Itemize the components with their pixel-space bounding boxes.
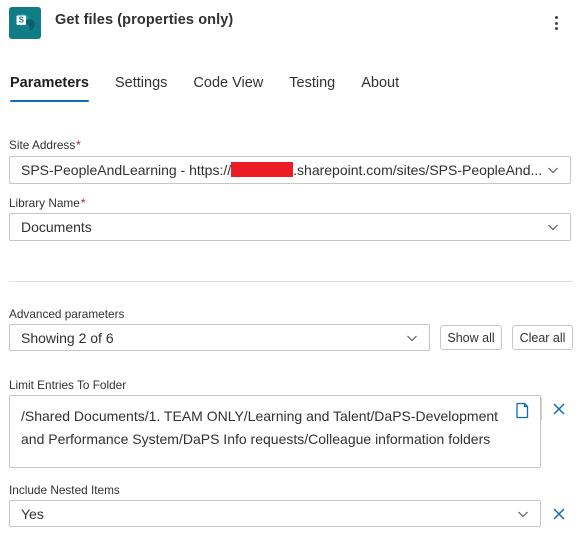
site-address-value-suffix: .sharepoint.com/sites/SPS-PeopleAnd... [293,162,543,178]
required-marker: * [80,196,86,210]
chevron-down-icon[interactable] [406,332,418,344]
clear-all-button[interactable]: Clear all [512,325,573,350]
show-all-label: Show all [447,330,495,345]
icon-divider [541,398,542,420]
site-address-label: Site Address* [9,138,81,152]
site-address-input[interactable]: SPS-PeopleAndLearning - https:// .sharepo… [9,156,571,184]
tab-label: Code View [193,75,264,91]
sharepoint-icon: S [9,7,41,39]
library-name-label: Library Name* [9,196,85,210]
tab-settings[interactable]: Settings [102,68,180,102]
page-title: Get files (properties only) [55,12,234,28]
library-name-label-text: Library Name [9,196,80,210]
tab-label: Parameters [10,75,89,91]
tab-label: Settings [115,75,168,91]
chevron-down-icon[interactable] [547,221,559,233]
limit-entries-to-folder-label: Limit Entries To Folder [9,378,127,392]
more-dot [554,21,558,25]
more-dot [554,16,558,19]
redaction-block [231,162,294,177]
chevron-down-icon[interactable] [547,164,559,176]
required-marker: * [76,138,81,152]
site-address-value: SPS-PeopleAndLearning - https:// .sharepo… [21,162,542,178]
library-name-input[interactable]: Documents [9,213,571,241]
tab-bar: Parameters Settings Code View Testing Ab… [0,68,581,104]
section-divider [9,281,573,282]
include-nested-items-label: Include Nested Items [9,483,120,497]
clear-all-label: Clear all [519,330,566,345]
advanced-parameters-value: Showing 2 of 6 [21,329,114,346]
card-header: S Get files (properties only) [0,0,581,55]
tab-about[interactable]: About [348,68,412,102]
advanced-parameters-label: Advanced parameters [9,307,125,321]
close-icon[interactable] [550,505,568,523]
include-nested-items-value: Yes [21,505,44,522]
limit-entries-to-folder-value: /Shared Documents/1. TEAM ONLY/Learning … [21,408,499,447]
tab-testing[interactable]: Testing [276,68,348,102]
folder-picker-icon[interactable] [513,400,531,420]
more-dot [554,27,558,30]
svg-text:S: S [19,16,25,25]
limit-entries-to-folder-input[interactable]: /Shared Documents/1. TEAM ONLY/Learning … [9,395,541,468]
tab-label: Testing [289,75,336,91]
advanced-parameters-dropdown[interactable]: Showing 2 of 6 [9,324,430,351]
tab-parameters[interactable]: Parameters [0,68,102,102]
site-address-label-text: Site Address [9,138,76,152]
library-name-value: Documents [21,219,92,235]
show-all-button[interactable]: Show all [440,325,502,350]
site-address-value-prefix: SPS-PeopleAndLearning - https:// [21,162,232,178]
tab-label: About [361,75,400,91]
more-options-button[interactable] [543,10,569,36]
close-icon[interactable] [550,400,568,418]
chevron-down-icon[interactable] [517,508,529,520]
include-nested-items-dropdown[interactable]: Yes [9,500,541,527]
tab-code-view[interactable]: Code View [180,68,276,102]
